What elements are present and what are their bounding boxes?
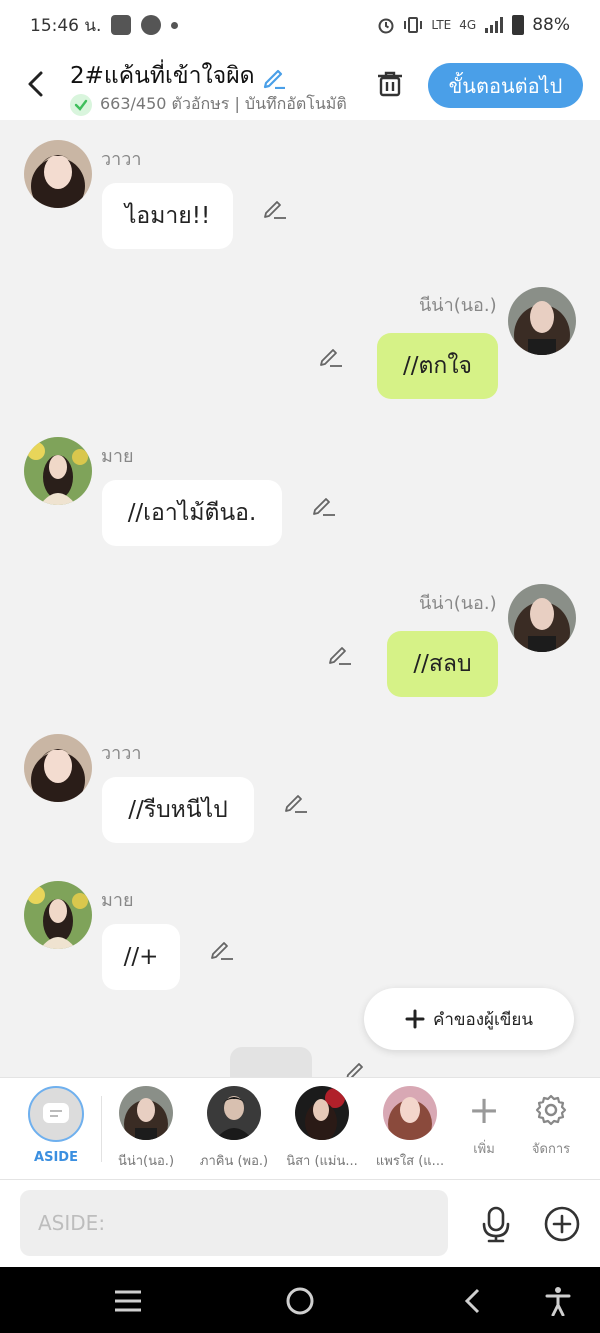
author-note-label: คำของผู้เขียน <box>432 1009 534 1030</box>
battery-percent: 88% <box>532 15 570 35</box>
edit-message-icon[interactable] <box>344 1056 370 1077</box>
vibrate-icon <box>404 17 423 33</box>
story-title: 2#แค้นที่เข้าใจผิด <box>70 63 255 89</box>
status-bar: 15:46 น. LTE 4G 88% <box>0 0 600 50</box>
edit-message-icon[interactable] <box>209 935 235 961</box>
character-bar: ASIDE นีน่า(นอ.) ภาคิน (พอ.) นิสา (แม่น.… <box>0 1077 600 1179</box>
message-bubble[interactable]: //ตกใจ <box>377 333 498 399</box>
edit-message-icon[interactable] <box>327 640 353 666</box>
lte-indicator: LTE <box>431 18 452 32</box>
notification-app-icon <box>141 15 162 35</box>
notification-bag-icon <box>111 15 132 35</box>
character-pakin[interactable]: ภาคิน (พอ.) <box>192 1086 276 1171</box>
edit-message-icon[interactable] <box>262 194 288 220</box>
character-label: นีน่า(นอ.) <box>117 1154 175 1169</box>
check-icon <box>70 93 92 116</box>
author-note-button[interactable]: คำของผู้เขียน <box>364 988 574 1050</box>
message-bubble[interactable]: ไอมาย!! <box>102 183 233 249</box>
character-praesai[interactable]: แพรใส (แ... <box>368 1086 452 1171</box>
trash-icon <box>378 71 402 97</box>
edit-message-icon[interactable] <box>318 342 344 368</box>
sender-name: วาวา <box>101 149 142 170</box>
character-avatar <box>295 1086 349 1140</box>
delete-button[interactable] <box>372 66 408 102</box>
sender-name: มาย <box>101 890 134 911</box>
battery-icon <box>512 15 525 35</box>
char-count-text: 663/450 ตัวอักษร | บันทึกอัตโนมัติ <box>100 94 347 113</box>
avatar-mai[interactable] <box>24 437 92 505</box>
avatar-nina[interactable] <box>508 584 576 652</box>
message-bubble[interactable]: //+ <box>102 924 180 990</box>
add-label: เพิ่ม <box>473 1142 495 1157</box>
system-back-button[interactable] <box>456 1285 488 1317</box>
add-character-button[interactable]: + เพิ่ม <box>454 1090 514 1159</box>
story-title-area[interactable]: 2#แค้นที่เข้าใจผิด <box>70 58 287 94</box>
chevron-left-icon <box>28 71 43 97</box>
plus-icon: + <box>468 1088 500 1132</box>
message-input[interactable] <box>20 1190 448 1256</box>
character-avatar <box>383 1086 437 1140</box>
add-circle-icon[interactable] <box>542 1204 582 1244</box>
sender-name: มาย <box>101 446 134 467</box>
menu-lines-icon <box>115 1290 141 1312</box>
message-bubble[interactable]: //รีบหนีไป <box>102 777 254 843</box>
avatar-mai[interactable] <box>24 881 92 949</box>
message-bubble[interactable]: //สลบ <box>387 631 498 697</box>
chevron-left-icon <box>464 1288 480 1314</box>
character-avatar <box>207 1086 261 1140</box>
gear-icon <box>521 1090 581 1130</box>
sender-name: นีน่า(นอ.) <box>419 295 497 316</box>
message-bubble-partial[interactable] <box>230 1047 312 1077</box>
manage-label: จัดการ <box>531 1142 571 1157</box>
char-count-status: 663/450 ตัวอักษร | บันทึกอัตโนมัติ <box>70 92 348 117</box>
plus-icon <box>405 1009 425 1029</box>
aside-label: ASIDE <box>34 1150 78 1165</box>
home-button[interactable] <box>284 1285 316 1317</box>
character-nina[interactable]: นีน่า(นอ.) <box>104 1086 188 1171</box>
signal-icon <box>485 17 504 33</box>
character-nisa[interactable]: นิสา (แม่น... <box>280 1086 364 1171</box>
accessibility-icon <box>545 1287 571 1316</box>
edit-message-icon[interactable] <box>283 788 309 814</box>
microphone-icon[interactable] <box>476 1204 516 1244</box>
back-button[interactable] <box>20 64 50 104</box>
avatar-wawa[interactable] <box>24 140 92 208</box>
chat-area[interactable]: วาวา ไอมาย!! นีน่า(นอ.) //ตกใจ มาย //เอา… <box>0 120 600 1077</box>
alarm-icon <box>378 18 394 34</box>
chat-header: 2#แค้นที่เข้าใจผิด 663/450 ตัวอักษร | บั… <box>0 50 600 120</box>
input-bar <box>0 1179 600 1267</box>
status-time: 15:46 น. <box>30 15 102 36</box>
character-avatar <box>119 1086 173 1140</box>
avatar-wawa[interactable] <box>24 734 92 802</box>
character-aside[interactable]: ASIDE <box>14 1086 98 1165</box>
sender-name: วาวา <box>101 743 142 764</box>
system-nav-bar <box>0 1267 600 1333</box>
message-bubble[interactable]: //เอาไม้ตีนอ. <box>102 480 282 546</box>
manage-characters-button[interactable]: จัดการ <box>521 1090 581 1159</box>
character-label: นิสา (แม่น... <box>286 1154 358 1169</box>
character-label: แพรใส (แ... <box>375 1154 445 1169</box>
edit-title-icon[interactable] <box>261 63 287 89</box>
more-notifications-icon <box>171 21 179 29</box>
network-4g-indicator: 4G <box>459 18 477 32</box>
sender-name: นีน่า(นอ.) <box>419 593 497 614</box>
accessibility-button[interactable] <box>542 1285 574 1317</box>
divider <box>101 1096 102 1162</box>
avatar-nina[interactable] <box>508 287 576 355</box>
home-circle-icon <box>286 1287 314 1315</box>
aside-icon <box>28 1086 84 1142</box>
character-label: ภาคิน (พอ.) <box>199 1154 269 1169</box>
recent-apps-button[interactable] <box>112 1285 144 1317</box>
next-step-button[interactable]: ขั้นตอนต่อไป <box>428 63 583 108</box>
edit-message-icon[interactable] <box>311 491 337 517</box>
